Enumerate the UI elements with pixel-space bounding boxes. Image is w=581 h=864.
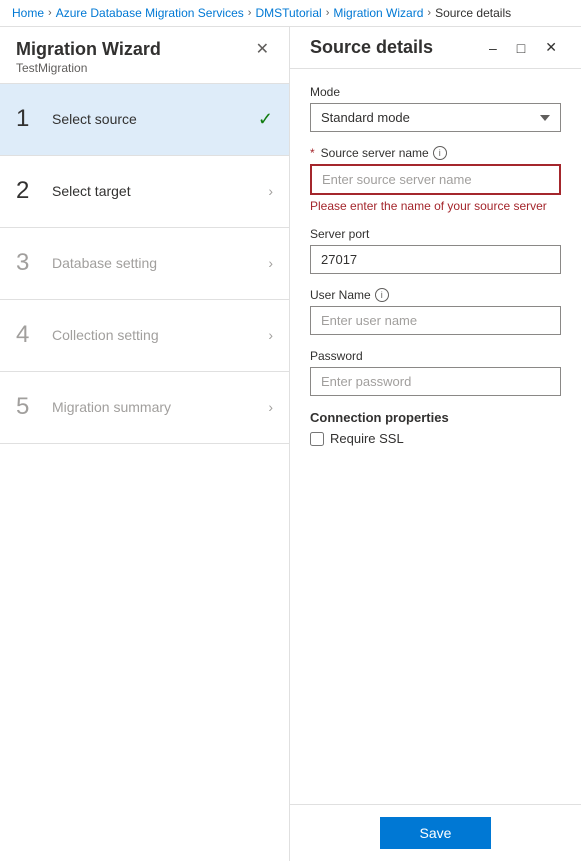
mode-select[interactable]: Standard mode Expert mode: [310, 103, 561, 132]
step-2-arrow-icon: ›: [268, 183, 273, 199]
require-ssl-label: Require SSL: [330, 431, 404, 446]
step-2-number: 2: [16, 177, 52, 205]
server-name-label: Source server name i: [310, 146, 561, 160]
panel-close-button[interactable]: ✕: [541, 37, 561, 58]
username-group: User Name i: [310, 288, 561, 335]
server-name-info-icon[interactable]: i: [433, 146, 447, 160]
panel-header-icons: – □ ✕: [485, 37, 561, 58]
connection-properties-group: Connection properties Require SSL: [310, 410, 561, 446]
step-2-label: Select target: [52, 183, 268, 199]
step-3-arrow-icon: ›: [268, 255, 273, 271]
breadcrumb-sep-4: ›: [427, 7, 431, 19]
panel-maximize-button[interactable]: □: [513, 38, 529, 58]
username-input[interactable]: [310, 306, 561, 335]
step-3-label: Database setting: [52, 255, 268, 271]
panel-title: Source details: [310, 37, 433, 58]
connection-properties-label: Connection properties: [310, 410, 561, 425]
step-4-number: 4: [16, 321, 52, 349]
password-label: Password: [310, 349, 561, 363]
password-group: Password: [310, 349, 561, 396]
breadcrumb-sep-2: ›: [248, 7, 252, 19]
server-port-label: Server port: [310, 227, 561, 241]
mode-group: Mode Standard mode Expert mode: [310, 85, 561, 132]
wizard-subtitle: TestMigration: [16, 61, 161, 75]
breadcrumb-home[interactable]: Home: [12, 6, 44, 20]
step-4-collection-setting: 4 Collection setting ›: [0, 300, 289, 372]
require-ssl-group: Require SSL: [310, 431, 561, 446]
step-4-label: Collection setting: [52, 327, 268, 343]
breadcrumb-current: Source details: [435, 6, 511, 20]
breadcrumb-dms[interactable]: Azure Database Migration Services: [56, 6, 244, 20]
server-port-input[interactable]: [310, 245, 561, 274]
server-name-input[interactable]: [310, 164, 561, 195]
step-1-select-source[interactable]: 1 Select source ✓: [0, 84, 289, 156]
require-ssl-checkbox[interactable]: [310, 432, 324, 446]
step-1-label: Select source: [52, 111, 258, 127]
breadcrumb: Home › Azure Database Migration Services…: [0, 0, 581, 27]
source-details-panel: Source details – □ ✕ Mode Standard mode …: [290, 27, 581, 861]
server-name-group: Source server name i Please enter the na…: [310, 146, 561, 213]
step-5-label: Migration summary: [52, 399, 268, 415]
step-3-database-setting: 3 Database setting ›: [0, 228, 289, 300]
panel-content: Mode Standard mode Expert mode Source se…: [290, 69, 581, 804]
step-1-number: 1: [16, 105, 52, 133]
breadcrumb-dmstutorial[interactable]: DMSTutorial: [255, 6, 321, 20]
save-button[interactable]: Save: [380, 817, 492, 849]
wizard-panel: Migration Wizard TestMigration ✕ 1 Selec…: [0, 27, 290, 861]
server-port-group: Server port: [310, 227, 561, 274]
wizard-header: Migration Wizard TestMigration ✕: [0, 27, 289, 84]
wizard-title: Migration Wizard: [16, 39, 161, 61]
step-5-migration-summary: 5 Migration summary ›: [0, 372, 289, 444]
panel-header: Source details – □ ✕: [290, 27, 581, 69]
username-info-icon[interactable]: i: [375, 288, 389, 302]
wizard-header-text: Migration Wizard TestMigration: [16, 39, 161, 75]
password-input[interactable]: [310, 367, 561, 396]
step-3-number: 3: [16, 249, 52, 277]
breadcrumb-sep-1: ›: [48, 7, 52, 19]
breadcrumb-sep-3: ›: [326, 7, 330, 19]
panel-footer: Save: [290, 804, 581, 861]
panel-minimize-button[interactable]: –: [485, 38, 501, 58]
steps-list: 1 Select source ✓ 2 Select target › 3 Da…: [0, 84, 289, 861]
step-1-check-icon: ✓: [258, 109, 273, 130]
step-2-select-target[interactable]: 2 Select target ›: [0, 156, 289, 228]
wizard-close-button[interactable]: ✕: [252, 39, 273, 59]
step-4-arrow-icon: ›: [268, 327, 273, 343]
breadcrumb-migration-wizard[interactable]: Migration Wizard: [333, 6, 423, 20]
server-name-error: Please enter the name of your source ser…: [310, 199, 561, 213]
mode-label: Mode: [310, 85, 561, 99]
step-5-number: 5: [16, 393, 52, 421]
username-label: User Name i: [310, 288, 561, 302]
step-5-arrow-icon: ›: [268, 399, 273, 415]
